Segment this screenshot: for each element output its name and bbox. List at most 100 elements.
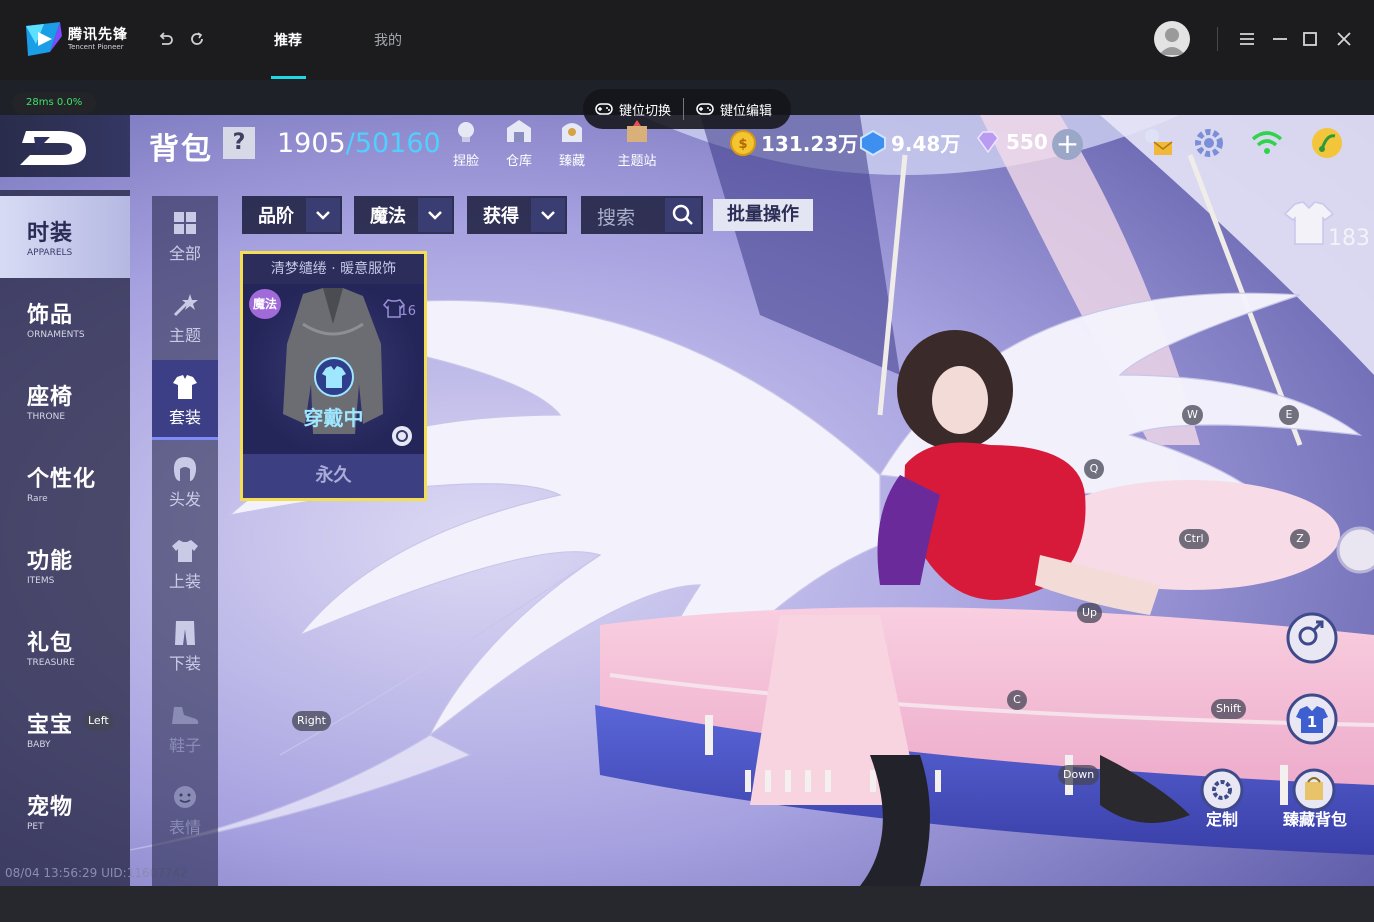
collection-shortcut[interactable]: 臻藏 bbox=[546, 118, 598, 169]
title-bar: 腾讯先锋 Tencent Pioneer 推荐 我的 bbox=[0, 0, 1374, 80]
minimize-icon[interactable] bbox=[1270, 29, 1290, 49]
bag-count: 1905 bbox=[277, 128, 346, 159]
bag-max: /50160 bbox=[345, 128, 441, 159]
category-label: 宝宝 bbox=[27, 713, 74, 738]
category-label-en: APPARELS bbox=[27, 248, 73, 258]
music-icon[interactable] bbox=[1308, 124, 1346, 162]
search-button[interactable] bbox=[665, 198, 701, 232]
batch-operation-button[interactable]: 批量操作 bbox=[713, 199, 813, 231]
brand-name-en: Tencent Pioneer bbox=[68, 42, 124, 51]
warehouse-icon bbox=[507, 120, 531, 142]
theme-station-shortcut[interactable]: 主题站 bbox=[611, 118, 663, 169]
gamepad-icon bbox=[595, 103, 613, 115]
category-baby[interactable]: 宝宝 BABY bbox=[0, 688, 130, 770]
sub-label: 主题 bbox=[168, 326, 201, 345]
coupon-amount: 9.48万 bbox=[891, 132, 961, 156]
outfit-slot-icon[interactable]: 1 bbox=[1286, 693, 1338, 745]
filter-grade[interactable]: 品阶 bbox=[242, 196, 342, 234]
sub-label: 全部 bbox=[168, 244, 201, 263]
settings-gear-icon[interactable] bbox=[1190, 124, 1228, 162]
page-title: 背包 bbox=[149, 132, 213, 167]
chevron-down-icon bbox=[541, 211, 555, 220]
category-pet[interactable]: 宠物 PET bbox=[0, 770, 130, 852]
game-logo bbox=[0, 115, 130, 177]
category-apparels[interactable]: 时装 APPARELS bbox=[0, 196, 130, 278]
sub-bottoms[interactable]: 下装 bbox=[152, 606, 218, 686]
sub-shoes[interactable]: 鞋子 bbox=[152, 688, 218, 768]
maximize-icon[interactable] bbox=[1300, 29, 1320, 49]
key-switch-button[interactable]: 键位切换 bbox=[583, 100, 683, 119]
bottom-strip bbox=[0, 886, 1374, 922]
sub-expression[interactable]: 表情 bbox=[152, 770, 218, 850]
hair-icon bbox=[173, 457, 197, 481]
sub-hair[interactable]: 头发 bbox=[152, 442, 218, 522]
category-items[interactable]: 功能 ITEMS bbox=[0, 524, 130, 606]
recharge-button[interactable]: + bbox=[1052, 129, 1083, 160]
category-treasure[interactable]: 礼包 TREASURE bbox=[0, 606, 130, 688]
collection-bag-label: 臻藏背包 bbox=[1282, 810, 1347, 829]
item-card[interactable]: 清梦缱绻 · 暖意服饰 魔法 16 穿戴中 永久 bbox=[240, 251, 427, 501]
gamepad-icon bbox=[696, 103, 714, 115]
key-edit-button[interactable]: 键位编辑 bbox=[684, 100, 784, 119]
svg-text:1: 1 bbox=[1307, 713, 1317, 731]
tab-mine[interactable]: 我的 bbox=[374, 30, 402, 50]
customize-label: 定制 bbox=[1205, 810, 1238, 829]
filter-magic[interactable]: 魔法 bbox=[354, 196, 454, 234]
coin-icon: $ bbox=[730, 129, 756, 156]
category-label: 时装 bbox=[27, 221, 74, 246]
sub-label: 鞋子 bbox=[168, 736, 201, 755]
sub-label: 下装 bbox=[168, 654, 201, 673]
key-hint-z: Z bbox=[1290, 529, 1310, 549]
shirt-icon bbox=[172, 540, 198, 562]
sub-all[interactable]: 全部 bbox=[152, 196, 218, 276]
collection-label: 臻藏 bbox=[558, 154, 585, 169]
latency-indicator: 28ms 0.0% bbox=[12, 92, 97, 114]
category-throne[interactable]: 座椅 THRONE bbox=[0, 360, 130, 442]
active-tab-indicator bbox=[271, 76, 306, 79]
sub-tops[interactable]: 上装 bbox=[152, 524, 218, 604]
face-edit-shortcut[interactable]: 捏脸 bbox=[440, 118, 492, 169]
sub-theme[interactable]: 主题 bbox=[152, 278, 218, 358]
filter-obtain[interactable]: 获得 bbox=[467, 196, 567, 234]
diamond-amount: 550 bbox=[1006, 130, 1048, 154]
chevron-down-icon bbox=[316, 211, 330, 220]
category-label: 宠物 bbox=[27, 795, 74, 820]
key-edit-label: 键位编辑 bbox=[720, 103, 773, 119]
mail-icon[interactable] bbox=[1136, 124, 1174, 162]
category-ornaments[interactable]: 饰品 ORNAMENTS bbox=[0, 278, 130, 360]
close-icon[interactable] bbox=[1334, 29, 1354, 49]
back-icon[interactable] bbox=[155, 28, 177, 50]
filter-obtain-label: 获得 bbox=[483, 206, 519, 227]
category-label-en: ORNAMENTS bbox=[27, 330, 85, 340]
sub-outfit[interactable]: 套装 bbox=[152, 360, 218, 440]
diamond-balance: 550 bbox=[974, 128, 1048, 156]
sub-label: 表情 bbox=[168, 818, 201, 837]
shoe-icon bbox=[172, 707, 199, 724]
face-icon bbox=[174, 786, 196, 808]
coin-balance: $ 131.23万 bbox=[729, 128, 858, 157]
menu-icon[interactable] bbox=[1237, 29, 1257, 49]
user-avatar[interactable] bbox=[1154, 21, 1190, 57]
gender-switch-icon[interactable] bbox=[1286, 612, 1338, 664]
svg-text:$: $ bbox=[738, 137, 747, 152]
app-logo: 腾讯先锋 Tencent Pioneer bbox=[24, 22, 128, 56]
item-preview: 魔法 16 穿戴中 bbox=[243, 284, 424, 454]
filter-grade-label: 品阶 bbox=[258, 206, 294, 227]
refresh-icon[interactable] bbox=[186, 28, 208, 50]
brand-name: 腾讯先锋 bbox=[68, 26, 128, 43]
category-personalize[interactable]: 个性化 Rare bbox=[0, 442, 130, 524]
bind-icon bbox=[392, 426, 412, 446]
warehouse-label: 仓库 bbox=[505, 154, 532, 169]
help-button[interactable]: ? bbox=[223, 127, 255, 159]
game-logo-icon bbox=[20, 131, 86, 165]
warehouse-shortcut[interactable]: 仓库 bbox=[493, 118, 545, 169]
key-hint-q: Q bbox=[1084, 459, 1104, 479]
key-hint-down: Down bbox=[1058, 765, 1100, 785]
tab-recommended[interactable]: 推荐 bbox=[274, 30, 302, 50]
item-name: 清梦缱绻 · 暖意服饰 bbox=[243, 254, 424, 284]
chevron-down-icon bbox=[428, 211, 442, 220]
bag-capacity: 1905/50160 bbox=[277, 128, 441, 159]
category-label-en: TREASURE bbox=[27, 658, 75, 668]
sub-label: 头发 bbox=[168, 490, 201, 509]
search-icon bbox=[672, 204, 693, 225]
